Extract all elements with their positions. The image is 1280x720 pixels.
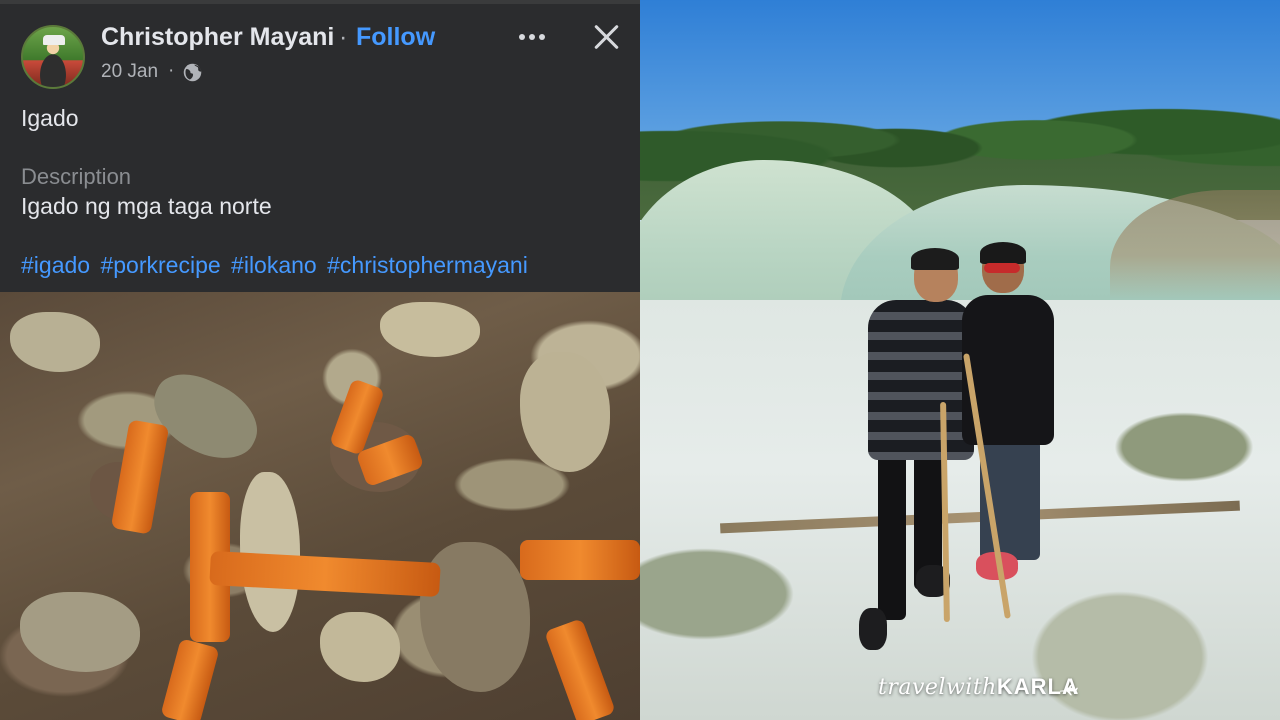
woman-beanie (911, 248, 959, 270)
post-caption: Igado (21, 105, 79, 131)
name-separator: · (339, 23, 348, 51)
globe-icon (183, 63, 202, 82)
watermark: travelwithKARLA (878, 674, 1079, 700)
author-avatar[interactable] (21, 25, 85, 89)
watermark-script: travelwith (878, 675, 997, 700)
woman-leg (878, 450, 906, 620)
description-text: Igado ng mga taga norte (21, 193, 272, 219)
post-header: Christopher Mayani · Follow 20 Jan · Iga… (0, 4, 640, 292)
woman-striped-sweater (868, 300, 974, 460)
description-label: Description (21, 164, 132, 189)
post-date[interactable]: 20 Jan (101, 61, 158, 83)
more-options-icon[interactable] (514, 24, 550, 50)
red-sunglasses (984, 263, 1020, 273)
travel-photo: travelwithKARLA (640, 0, 1280, 720)
man-beanie (980, 242, 1026, 264)
food-photo[interactable] (0, 292, 640, 720)
close-icon[interactable] (591, 21, 623, 53)
airplane-icon (1060, 684, 1078, 696)
date-separator: · (168, 60, 175, 81)
hashtag-link[interactable]: #igado (21, 252, 90, 278)
hashtag-list: #igado #porkrecipe #ilokano #christopher… (21, 252, 532, 279)
follow-button[interactable]: Follow (356, 23, 435, 52)
author-name[interactable]: Christopher Mayani (101, 23, 334, 52)
woman-shoe (859, 608, 887, 650)
hashtag-link[interactable]: #porkrecipe (100, 252, 220, 278)
hashtag-link[interactable]: #christophermayani (327, 252, 528, 278)
facebook-post: Christopher Mayani · Follow 20 Jan · Iga… (0, 0, 640, 720)
hashtag-link[interactable]: #ilokano (231, 252, 317, 278)
